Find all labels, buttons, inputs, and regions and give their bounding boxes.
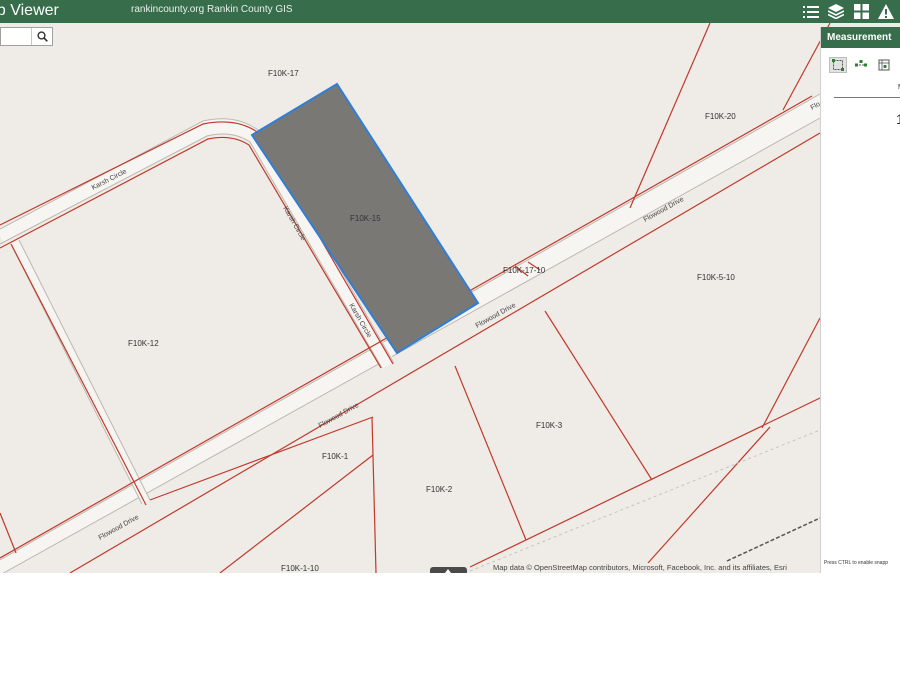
search-icon <box>36 31 48 42</box>
parcel-label: F10K-20 <box>705 112 736 121</box>
rankin-county-gis-link[interactable]: Rankin County GIS <box>207 4 293 16</box>
basemap-gallery-icon[interactable] <box>851 2 871 21</box>
divider <box>834 97 900 98</box>
app-header: ap Viewer rankincounty.org Rankin County… <box>0 0 900 23</box>
snapping-hint: Press CTRL to enable snapp <box>824 560 889 566</box>
measurement-title: Measurement <box>821 27 900 48</box>
rankin-county-link[interactable]: rankincounty.org <box>131 4 204 16</box>
parcel-label: F10K-17-10 <box>503 266 546 275</box>
location-tool-icon[interactable] <box>875 57 893 73</box>
layers-icon[interactable] <box>826 2 846 21</box>
measurement-result: 1 <box>896 111 900 127</box>
measurement-panel: Measurement M 1 Press CTRL to en <box>820 27 900 573</box>
app-title: ap Viewer <box>0 2 59 19</box>
road-label: Flowood Drive <box>98 514 141 542</box>
parcel-label: F10K-1 <box>322 452 349 461</box>
area-tool-icon[interactable] <box>829 57 847 73</box>
parcel-label: F10K-1-10 <box>281 564 319 573</box>
distance-tool-icon[interactable] <box>852 57 870 73</box>
road-label: Flowood Drive <box>318 402 361 430</box>
parcel-map[interactable]: F10K-17 F10K-15 F10K-20 F10K-17-10 F10K-… <box>0 23 900 573</box>
search-button[interactable] <box>31 28 52 45</box>
warning-icon[interactable] <box>876 2 896 21</box>
parcel-label: F10K-17 <box>268 69 299 78</box>
parcel-label: F10K-12 <box>128 339 159 348</box>
parcel-label: F10K-15 <box>350 214 381 223</box>
map-attribution: Map data © OpenStreetMap contributors, M… <box>493 563 787 572</box>
search-widget <box>0 27 53 46</box>
attribution-toggle-button[interactable] <box>430 567 467 573</box>
map-view[interactable]: F10K-17 F10K-15 F10K-20 F10K-17-10 F10K-… <box>0 23 900 573</box>
parcel-label: F10K-2 <box>426 485 453 494</box>
parcel-label: F10K-5-10 <box>697 273 735 282</box>
legend-list-icon[interactable] <box>801 2 821 21</box>
parcel-label: F10K-3 <box>536 421 563 430</box>
